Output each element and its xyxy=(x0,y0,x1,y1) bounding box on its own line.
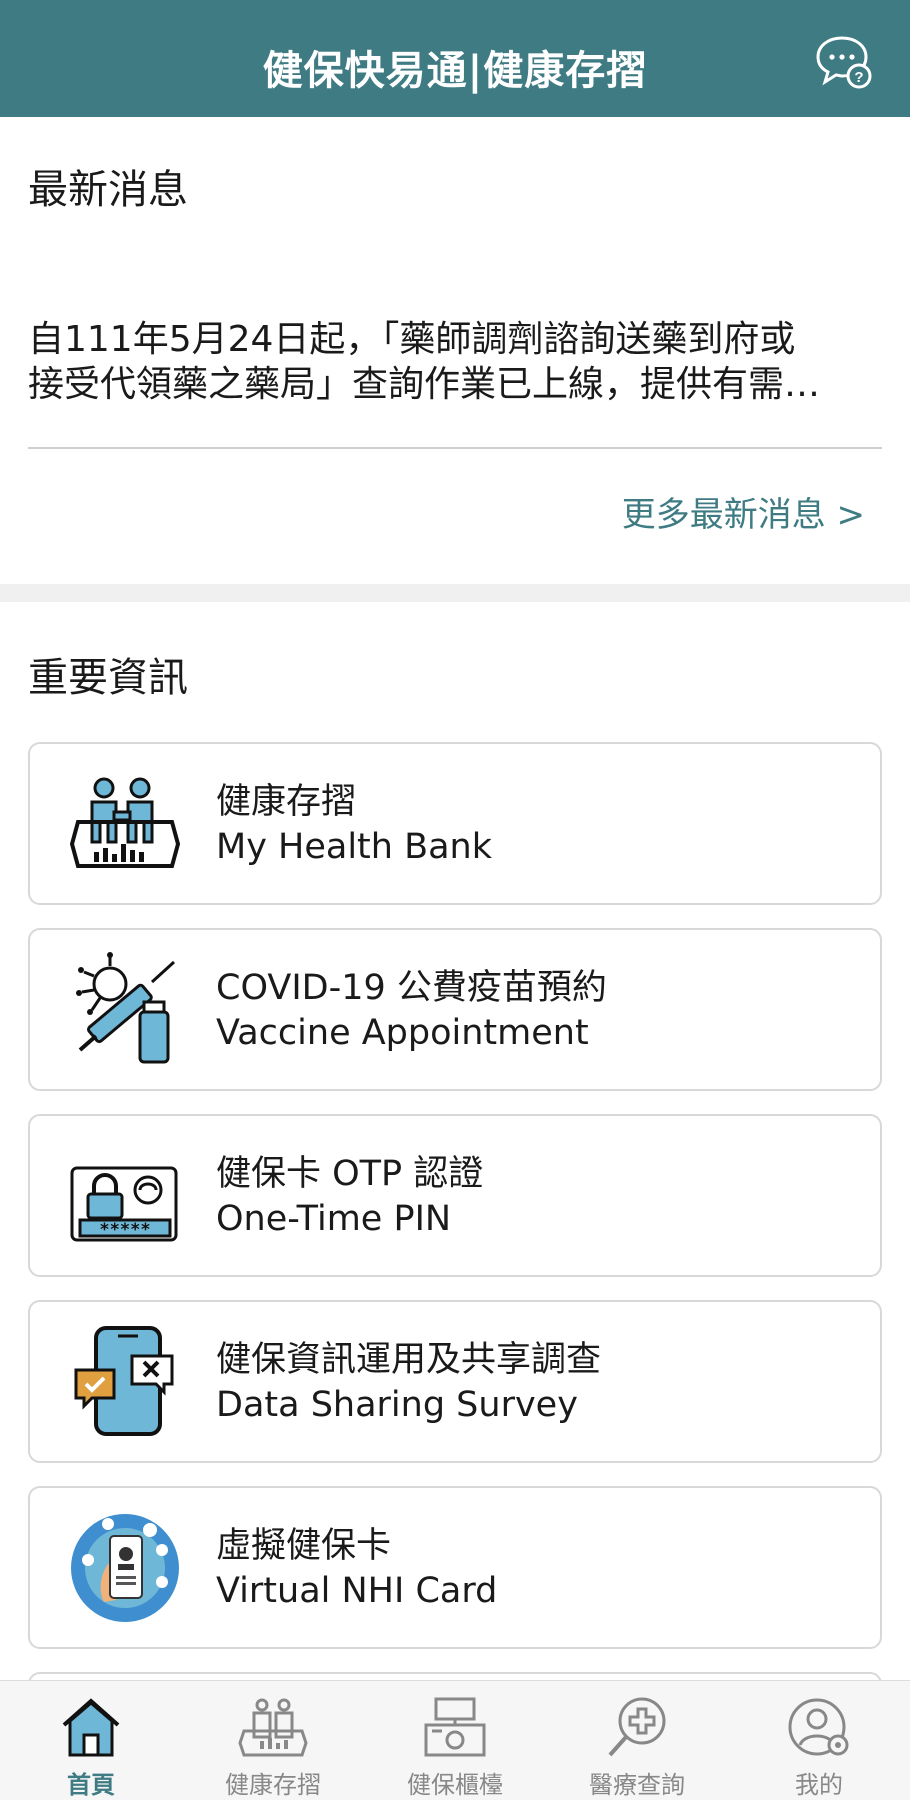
card-title-en: My Health Bank xyxy=(216,827,493,867)
tab-label: 首頁 xyxy=(67,1771,115,1799)
profile-settings-icon xyxy=(788,1698,849,1756)
news-section: 最新消息 自111年5月24日起，「藥師調劑諮詢送藥到府或 接受代領藥之藥局」查… xyxy=(0,117,910,584)
card-text: COVID-19 公費疫苗預約 Vaccine Appointment xyxy=(216,966,607,1056)
card-data-sharing-survey[interactable]: 健保資訊運用及共享調查 Data Sharing Survey xyxy=(28,1300,882,1463)
news-line: 接受代領藥之藥局」查詢作業已上線，提供有需… xyxy=(28,364,821,405)
card-otp[interactable]: ***** 健保卡 OTP 認證 One-Time PIN xyxy=(28,1114,882,1277)
card-virtual-nhi-card[interactable]: 虛擬健保卡 Virtual NHI Card xyxy=(28,1486,882,1649)
more-news-link[interactable]: 更多最新消息 > xyxy=(622,487,865,536)
vaccine-icon xyxy=(76,952,176,1064)
card-text: 健保資訊運用及共享調查 Data Sharing Survey xyxy=(216,1338,601,1428)
card-title-en: One-Time PIN xyxy=(216,1199,452,1239)
tab-medical-search[interactable]: 醫療查詢 xyxy=(546,1681,728,1800)
survey-phone-icon xyxy=(74,1326,174,1436)
important-section: 重要資訊 健康存摺 My Health Bank COVID-19 公費疫苗預約… xyxy=(0,602,910,1800)
home-icon xyxy=(62,1698,120,1757)
card-title-zh: 健保卡 OTP 認證 xyxy=(216,1154,484,1194)
card-vaccine-appointment[interactable]: COVID-19 公費疫苗預約 Vaccine Appointment xyxy=(28,928,882,1091)
card-text: 健康存摺 My Health Bank xyxy=(216,780,492,870)
svg-text:*****: ***** xyxy=(99,1220,150,1240)
chat-help-icon[interactable]: ? xyxy=(814,34,874,92)
card-text: 虛擬健保卡 Virtual NHI Card xyxy=(216,1524,497,1614)
important-title: 重要資訊 xyxy=(28,655,188,701)
news-title: 最新消息 xyxy=(28,167,188,213)
tab-home[interactable]: 首頁 xyxy=(0,1681,182,1800)
section-gap xyxy=(0,584,910,602)
news-item[interactable]: 自111年5月24日起，「藥師調劑諮詢送藥到府或 接受代領藥之藥局」查詢作業已上… xyxy=(28,317,880,407)
virtual-card-icon xyxy=(71,1514,179,1622)
tab-profile[interactable]: 我的 xyxy=(728,1681,910,1800)
svg-text:?: ? xyxy=(854,69,863,86)
card-title-zh: COVID-19 公費疫苗預約 xyxy=(216,968,607,1008)
card-title-zh: 健保資訊運用及共享調查 xyxy=(216,1340,602,1380)
health-bank-icon xyxy=(70,777,180,868)
card-text: 健保卡 OTP 認證 One-Time PIN xyxy=(216,1152,483,1242)
tab-label: 醫療查詢 xyxy=(589,1771,685,1799)
tab-label: 我的 xyxy=(795,1771,843,1799)
tab-health-bank[interactable]: 健康存摺 xyxy=(182,1681,364,1800)
app-title: 健保快易通|健康存摺 xyxy=(262,48,648,94)
card-health-bank[interactable]: 健康存摺 My Health Bank xyxy=(28,742,882,905)
counter-icon xyxy=(424,1697,486,1757)
tab-label: 健康存摺 xyxy=(225,1771,321,1799)
card-title-en: Virtual NHI Card xyxy=(216,1571,498,1611)
bottom-tab-bar: 首頁 健康存摺 健保櫃檯 醫療查詢 我的 xyxy=(0,1680,910,1800)
app-header: 健保快易通|健康存摺 ? xyxy=(0,0,910,117)
otp-lock-icon: ***** xyxy=(70,1166,178,1242)
card-title-zh: 健康存摺 xyxy=(216,782,357,822)
health-bank-tab-icon xyxy=(238,1698,308,1757)
tab-nhi-counter[interactable]: 健保櫃檯 xyxy=(364,1681,546,1800)
card-title-en: Data Sharing Survey xyxy=(216,1385,578,1425)
tab-label: 健保櫃檯 xyxy=(407,1771,503,1799)
medical-search-icon xyxy=(608,1697,666,1757)
news-line: 自111年5月24日起，「藥師調劑諮詢送藥到府或 xyxy=(28,319,796,360)
card-title-zh: 虛擬健保卡 xyxy=(216,1526,392,1566)
news-divider xyxy=(28,447,882,449)
card-title-en: Vaccine Appointment xyxy=(216,1013,589,1053)
